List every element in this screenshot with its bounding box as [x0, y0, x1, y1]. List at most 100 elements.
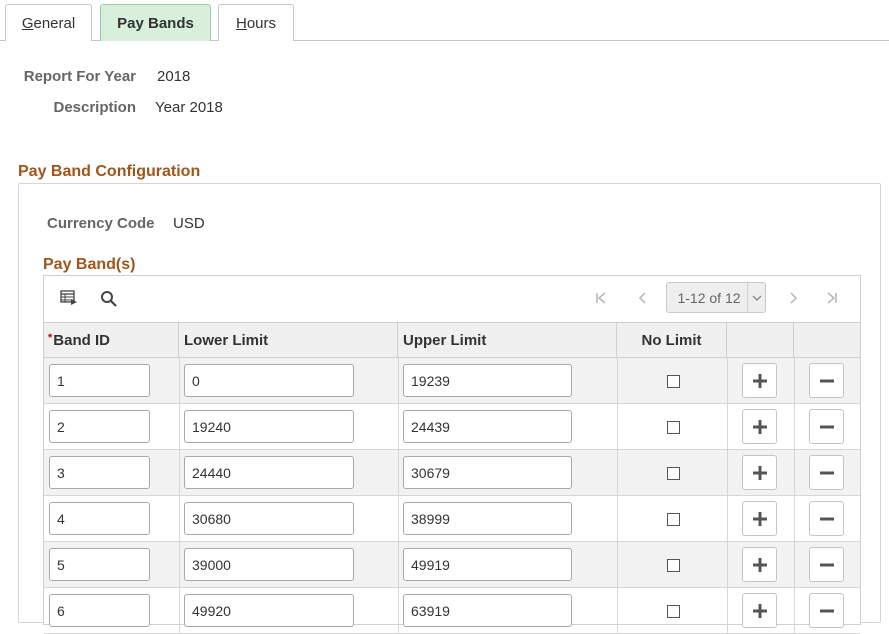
upper-limit-input[interactable]: [403, 502, 572, 535]
currency-code-label: Currency Code: [47, 215, 155, 232]
add-row-button[interactable]: [742, 409, 777, 444]
add-row-button[interactable]: [742, 593, 777, 628]
column-divider: [794, 542, 795, 588]
column-header-band-id-label: Band ID: [53, 332, 110, 349]
column-divider: [179, 542, 180, 588]
report-for-year-label: Report For Year: [23, 68, 136, 85]
table-row: [44, 404, 860, 450]
plus-icon: [752, 603, 768, 619]
description-label: Description: [53, 99, 136, 116]
column-divider: [179, 588, 180, 634]
no-limit-checkbox[interactable]: [667, 513, 680, 526]
personalize-grid-icon[interactable]: [60, 290, 78, 311]
no-limit-checkbox[interactable]: [667, 467, 680, 480]
band-id-input[interactable]: [49, 364, 150, 397]
minus-icon: [819, 465, 835, 481]
add-row-button[interactable]: [742, 363, 777, 398]
no-limit-checkbox[interactable]: [667, 559, 680, 572]
add-row-button[interactable]: [742, 547, 777, 582]
band-id-input[interactable]: [49, 548, 150, 581]
column-header-lower-limit[interactable]: Lower Limit: [179, 323, 398, 358]
band-id-input[interactable]: [49, 594, 150, 627]
table-row: [44, 358, 860, 404]
column-header-delete: [794, 323, 860, 358]
no-limit-checkbox[interactable]: [667, 375, 680, 388]
band-id-input[interactable]: [49, 456, 150, 489]
plus-icon: [752, 419, 768, 435]
delete-row-button[interactable]: [809, 593, 844, 628]
column-divider: [727, 542, 728, 588]
tab-hours[interactable]: Hours: [218, 4, 294, 41]
tab-general-accesskey: G: [21, 14, 34, 32]
column-header-no-limit[interactable]: No Limit: [617, 323, 727, 358]
tab-bar: General Pay Bands Hours: [0, 0, 889, 41]
column-divider: [398, 542, 399, 588]
add-row-button[interactable]: [742, 501, 777, 536]
table-row: [44, 496, 860, 542]
pager-dropdown[interactable]: 1-12 of 12: [666, 282, 766, 313]
lower-limit-input[interactable]: [184, 364, 354, 397]
report-for-year-value: 2018: [157, 68, 191, 85]
no-limit-checkbox[interactable]: [667, 605, 680, 618]
delete-row-button[interactable]: [809, 547, 844, 582]
upper-limit-input[interactable]: [403, 548, 572, 581]
column-divider: [398, 588, 399, 634]
table-row: [44, 588, 860, 634]
minus-icon: [819, 511, 835, 527]
column-header-upper-limit[interactable]: Upper Limit: [398, 323, 617, 358]
upper-limit-input[interactable]: [403, 594, 572, 627]
chevron-down-icon: [747, 283, 765, 312]
upper-limit-input[interactable]: [403, 456, 572, 489]
tab-pay-bands[interactable]: Pay Bands: [100, 4, 211, 41]
grid-header-row: * Band ID Lower Limit Upper Limit No Limi…: [44, 322, 860, 358]
delete-row-button[interactable]: [809, 363, 844, 398]
plus-icon: [752, 465, 768, 481]
first-page-icon[interactable]: [594, 291, 608, 310]
lower-limit-input[interactable]: [184, 548, 354, 581]
previous-page-icon[interactable]: [636, 291, 650, 310]
column-divider: [727, 450, 728, 496]
lower-limit-input[interactable]: [184, 410, 354, 443]
lower-limit-input[interactable]: [184, 456, 354, 489]
upper-limit-input[interactable]: [403, 410, 572, 443]
last-page-icon[interactable]: [825, 291, 839, 310]
tab-pay-bands-label: Pay Bands: [117, 14, 194, 32]
add-row-button[interactable]: [742, 455, 777, 490]
column-divider: [794, 404, 795, 450]
delete-row-button[interactable]: [809, 455, 844, 490]
column-divider: [617, 404, 618, 450]
band-id-input[interactable]: [49, 410, 150, 443]
column-divider: [179, 450, 180, 496]
column-divider: [727, 588, 728, 634]
column-divider: [398, 404, 399, 450]
column-header-add: [727, 323, 794, 358]
column-divider: [727, 358, 728, 404]
column-divider: [398, 358, 399, 404]
grid-toolbar: 1-12 of 12: [44, 276, 860, 322]
tab-general[interactable]: General: [5, 4, 92, 41]
column-divider: [794, 450, 795, 496]
description-value: Year 2018: [155, 99, 223, 116]
lower-limit-input[interactable]: [184, 502, 354, 535]
column-divider: [617, 588, 618, 634]
no-limit-checkbox[interactable]: [667, 421, 680, 434]
search-icon[interactable]: [100, 290, 118, 313]
column-divider: [617, 358, 618, 404]
column-divider: [398, 496, 399, 542]
column-divider: [617, 496, 618, 542]
lower-limit-input[interactable]: [184, 594, 354, 627]
column-divider: [727, 496, 728, 542]
table-row: [44, 542, 860, 588]
plus-icon: [752, 557, 768, 573]
pay-bands-grid: 1-12 of 12 * Band ID Lower Limit Upper Li…: [43, 275, 861, 634]
column-divider: [794, 358, 795, 404]
upper-limit-input[interactable]: [403, 364, 572, 397]
next-page-icon[interactable]: [786, 291, 800, 310]
minus-icon: [819, 419, 835, 435]
column-divider: [179, 358, 180, 404]
column-header-upper-limit-label: Upper Limit: [403, 332, 487, 349]
delete-row-button[interactable]: [809, 501, 844, 536]
delete-row-button[interactable]: [809, 409, 844, 444]
column-header-band-id[interactable]: * Band ID: [44, 323, 179, 358]
band-id-input[interactable]: [49, 502, 150, 535]
